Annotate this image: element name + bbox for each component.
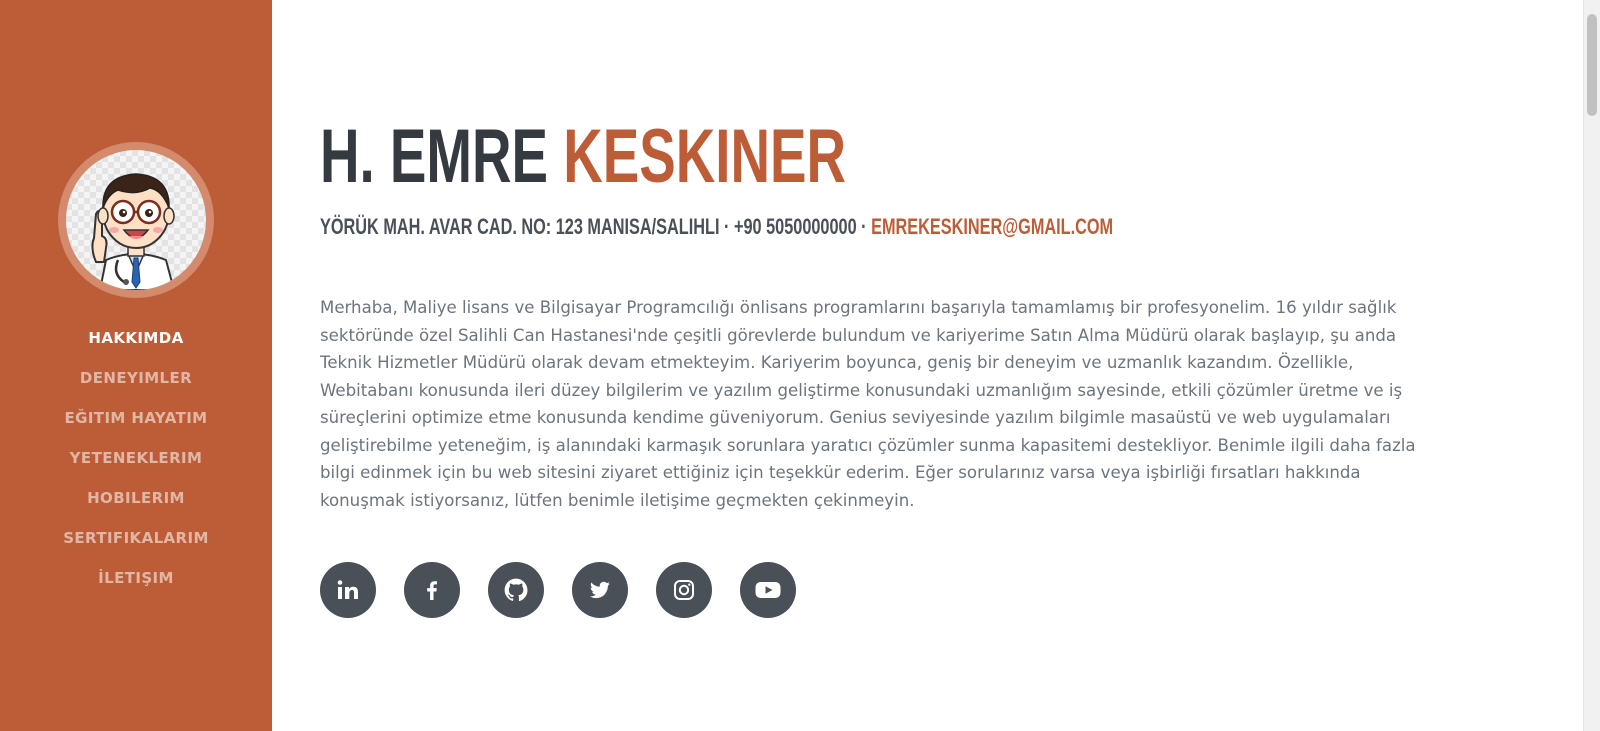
about-section: H. EMRE KESKINER YÖRÜK MAH. AVAR CAD. NO…: [320, 0, 1420, 731]
github-button[interactable]: [488, 562, 544, 618]
separator: ·: [856, 214, 872, 239]
facebook-button[interactable]: [404, 562, 460, 618]
nav-item-sertifikalarim[interactable]: SERTIFIKALARIM: [0, 518, 272, 558]
youtube-button[interactable]: [740, 562, 796, 618]
github-icon: [504, 578, 528, 602]
twitter-button[interactable]: [572, 562, 628, 618]
instagram-icon: [674, 580, 694, 600]
page-scrollbar[interactable]: [1583, 0, 1600, 731]
last-name: KESKINER: [563, 114, 847, 199]
sidebar: HAKKIMDA DENEYIMLER EĞITIM HAYATIM YETEN…: [0, 0, 272, 731]
linkedin-icon: [337, 580, 358, 599]
youtube-icon: [755, 582, 781, 598]
twitter-icon: [589, 581, 610, 599]
linkedin-button[interactable]: [320, 562, 376, 618]
separator: ·: [719, 214, 734, 239]
nav-item-egitim-hayatim[interactable]: EĞITIM HAYATIM: [0, 398, 272, 438]
email-link[interactable]: EMREKESKINER@GMAIL.COM: [871, 214, 1113, 239]
nav-item-yeteneklerim[interactable]: YETENEKLERIM: [0, 438, 272, 478]
first-name: H. EMRE: [320, 114, 549, 199]
nav-item-hakkimda[interactable]: HAKKIMDA: [0, 318, 272, 358]
nav-item-deneyimler[interactable]: DENEYIMLER: [0, 358, 272, 398]
scrollbar-thumb[interactable]: [1587, 14, 1597, 116]
address-text: YÖRÜK MAH. AVAR CAD. NO: 123 MANISA/SALI…: [320, 214, 720, 239]
contact-subheading: YÖRÜK MAH. AVAR CAD. NO: 123 MANISA/SALI…: [320, 212, 1113, 242]
about-lead: Merhaba, Maliye lisans ve Bilgisayar Pro…: [320, 298, 1416, 510]
nav-item-iletisim[interactable]: İLETIŞIM: [0, 558, 272, 598]
page-title: H. EMRE KESKINER: [320, 112, 846, 202]
phone-text: +90 5050000000: [733, 214, 857, 239]
doctor-avatar-icon: [91, 173, 176, 290]
nav-item-hobilerim[interactable]: HOBILERIM: [0, 478, 272, 518]
avatar-frame: [58, 142, 214, 298]
facebook-icon: [427, 581, 437, 600]
sidebar-nav: HAKKIMDA DENEYIMLER EĞITIM HAYATIM YETEN…: [0, 318, 272, 598]
instagram-button[interactable]: [656, 562, 712, 618]
avatar: [66, 150, 206, 290]
